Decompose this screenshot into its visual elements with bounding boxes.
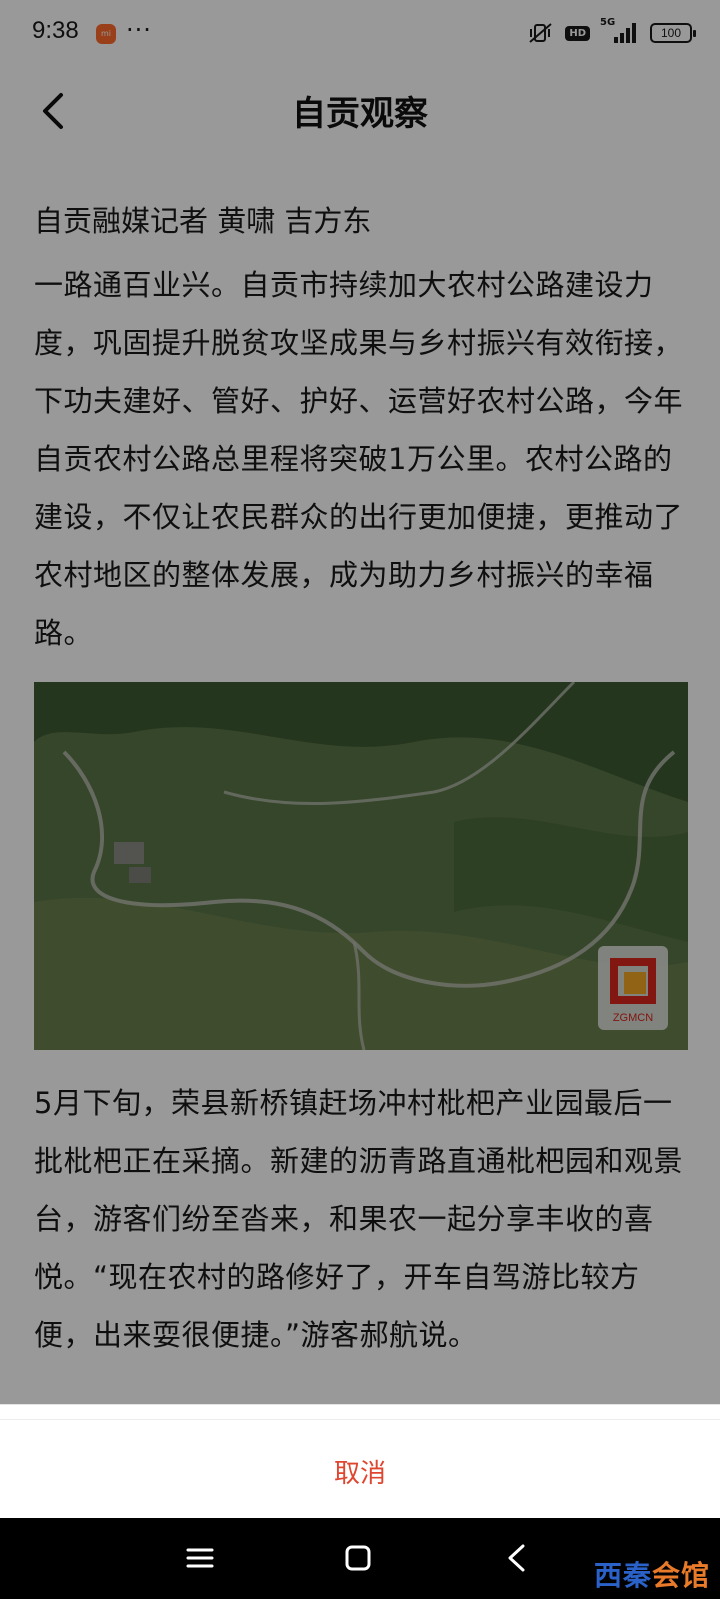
watermark: 西秦会馆: [594, 1554, 710, 1594]
action-sheet: 取消: [0, 1404, 720, 1518]
watermark-part-1: 西秦: [593, 1559, 652, 1592]
back-triangle-icon: [508, 1544, 525, 1572]
action-sheet-divider: [0, 1419, 720, 1420]
watermark-part-2: 会馆: [651, 1559, 710, 1592]
back-nav-button[interactable]: [494, 1536, 538, 1580]
home-square-icon: [345, 1545, 371, 1571]
modal-backdrop[interactable]: [0, 0, 720, 1404]
cancel-button[interactable]: 取消: [0, 1423, 720, 1519]
menu-nav-button[interactable]: [178, 1536, 222, 1580]
system-nav-bar: 西秦会馆: [0, 1518, 720, 1599]
menu-icon: [186, 1548, 214, 1568]
home-nav-button[interactable]: [336, 1536, 380, 1580]
